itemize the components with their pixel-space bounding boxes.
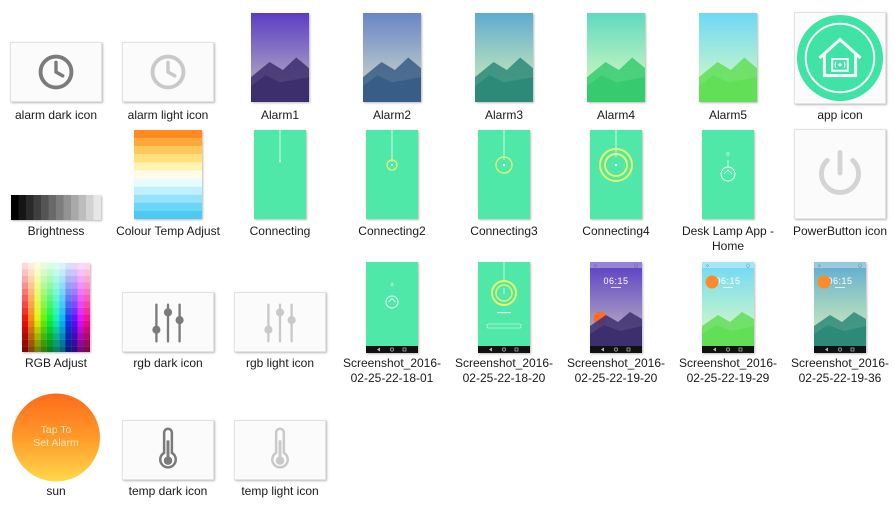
connecting-screen-image <box>590 130 642 219</box>
file-item-alarm2[interactable]: Alarm2 <box>336 8 448 126</box>
phone-screenshot-image: ⏱ <box>366 262 418 353</box>
file-item-connecting4[interactable]: Connecting4 <box>560 128 672 260</box>
sliders-icon <box>122 292 214 352</box>
file-item-brightness[interactable]: Brightness <box>0 128 112 260</box>
file-label: temp light icon <box>241 484 319 498</box>
file-label: Colour Temp Adjust <box>116 224 220 238</box>
power-icon <box>794 129 886 219</box>
mountain-gradient-image <box>251 13 309 102</box>
file-label: Connecting3 <box>470 224 538 238</box>
file-label: Alarm5 <box>708 108 747 122</box>
file-item-sun[interactable]: Tap To Set Alarm sun <box>0 390 112 515</box>
file-label: RGB Adjust <box>24 356 88 370</box>
file-label: Alarm2 <box>372 108 411 122</box>
mountain-gradient-image <box>475 13 533 102</box>
file-label: Alarm4 <box>596 108 635 122</box>
file-item-desk-lamp-home[interactable]: ⏱ Desk Lamp App - Home <box>672 128 784 260</box>
file-label: Screenshot_2016-02-25-22-19-36 <box>790 356 890 385</box>
phone-screenshot-image: ◇ ◯ 06:15 <box>814 262 866 353</box>
svg-text:Set Alarm: Set Alarm <box>33 437 79 449</box>
file-label: Brightness <box>27 224 85 238</box>
svg-text:06:15: 06:15 <box>715 276 740 286</box>
lamp-home-screen-image: ⏱ <box>702 130 754 219</box>
file-item-alarm3[interactable]: Alarm3 <box>448 8 560 126</box>
file-label: PowerButton icon <box>792 224 888 238</box>
file-label: rgb dark icon <box>133 356 203 370</box>
file-label: Connecting <box>249 224 311 238</box>
sliders-icon <box>234 292 326 352</box>
file-item-temp-dark-icon[interactable]: temp dark icon <box>112 390 224 515</box>
file-item-screenshot-1820[interactable]: Screenshot_2016-02-25-22-18-20 <box>448 260 560 390</box>
thermometer-icon <box>122 420 214 480</box>
colour-temp-gradient-image <box>134 130 202 219</box>
phone-screenshot-image: ◇ ◯ 06:15 <box>702 262 754 353</box>
connecting-screen-image <box>478 130 530 219</box>
file-label: alarm dark icon <box>14 108 98 122</box>
file-label: Connecting4 <box>582 224 650 238</box>
phone-screenshot-image <box>478 262 530 353</box>
mountain-gradient-image <box>699 13 757 102</box>
clock-icon <box>122 42 214 102</box>
mountain-gradient-image <box>363 13 421 102</box>
file-label: Screenshot_2016-02-25-22-19-20 <box>566 356 666 385</box>
file-item-colour-temp-adjust[interactable]: Colour Temp Adjust <box>112 128 224 260</box>
file-label: Screenshot_2016-02-25-22-18-01 <box>342 356 442 385</box>
svg-text:⏱: ⏱ <box>390 282 393 287</box>
file-label: alarm light icon <box>127 108 209 122</box>
file-item-alarm5[interactable]: Alarm5 <box>672 8 784 126</box>
file-item-connecting2[interactable]: Connecting2 <box>336 128 448 260</box>
file-item-screenshot-1920[interactable]: ◇ ◯ 06:15 Screenshot_2016-02-25-22-19-20 <box>560 260 672 390</box>
brightness-gradient-image <box>11 195 101 220</box>
file-item-powerbutton-icon[interactable]: PowerButton icon <box>784 128 894 260</box>
file-item-screenshot-180111[interactable]: ⏱ Screenshot_2016-02-25-22-18-01 <box>336 260 448 390</box>
file-label: Connecting2 <box>358 224 426 238</box>
file-item-rgb-dark-icon[interactable]: rgb dark icon <box>112 260 224 390</box>
svg-text:⏱: ⏱ <box>726 152 730 158</box>
file-item-rgb-adjust[interactable]: RGB Adjust <box>0 260 112 390</box>
file-item-alarm4[interactable]: Alarm4 <box>560 8 672 126</box>
file-label: rgb light icon <box>245 356 315 370</box>
svg-text:06:15: 06:15 <box>827 276 852 286</box>
sun-button-image: Tap To Set Alarm <box>10 393 102 482</box>
file-item-screenshot-1936[interactable]: ◇ ◯ 06:15 Screenshot_2016-02-25-22-19-36 <box>784 260 894 390</box>
svg-text:06:15: 06:15 <box>603 276 628 286</box>
file-label: Desk Lamp App - Home <box>681 224 775 253</box>
rgb-grid-image <box>22 263 90 352</box>
phone-screenshot-image: ◇ ◯ 06:15 <box>590 262 642 353</box>
svg-text:Tap To: Tap To <box>41 424 72 436</box>
thermometer-icon <box>234 420 326 480</box>
file-item-connecting[interactable]: Connecting <box>224 128 336 260</box>
file-item-alarm-light-icon[interactable]: alarm light icon <box>112 8 224 126</box>
connecting-screen-image <box>254 130 306 219</box>
file-label: Screenshot_2016-02-25-22-18-20 <box>454 356 554 385</box>
file-label: temp dark icon <box>128 484 208 498</box>
file-item-alarm1[interactable]: Alarm1 <box>224 8 336 126</box>
file-item-alarm-dark-icon[interactable]: alarm dark icon <box>0 8 112 126</box>
file-item-connecting3[interactable]: Connecting3 <box>448 128 560 260</box>
clock-icon <box>10 42 102 102</box>
mountain-gradient-image <box>587 13 645 102</box>
file-label: app icon <box>817 108 863 122</box>
file-label: Alarm1 <box>260 108 299 122</box>
file-label: sun <box>46 484 66 498</box>
file-item-app-icon[interactable]: app icon <box>784 8 894 126</box>
file-item-screenshot-1929[interactable]: ◇ ◯ 06:15 Screenshot_2016-02-25-22-19-29 <box>672 260 784 390</box>
smart-home-icon <box>794 12 886 104</box>
file-label: Alarm3 <box>484 108 523 122</box>
file-item-rgb-light-icon[interactable]: rgb light icon <box>224 260 336 390</box>
file-item-temp-light-icon[interactable]: temp light icon <box>224 390 336 515</box>
file-label: Screenshot_2016-02-25-22-19-29 <box>678 356 778 385</box>
connecting-screen-image <box>366 130 418 219</box>
